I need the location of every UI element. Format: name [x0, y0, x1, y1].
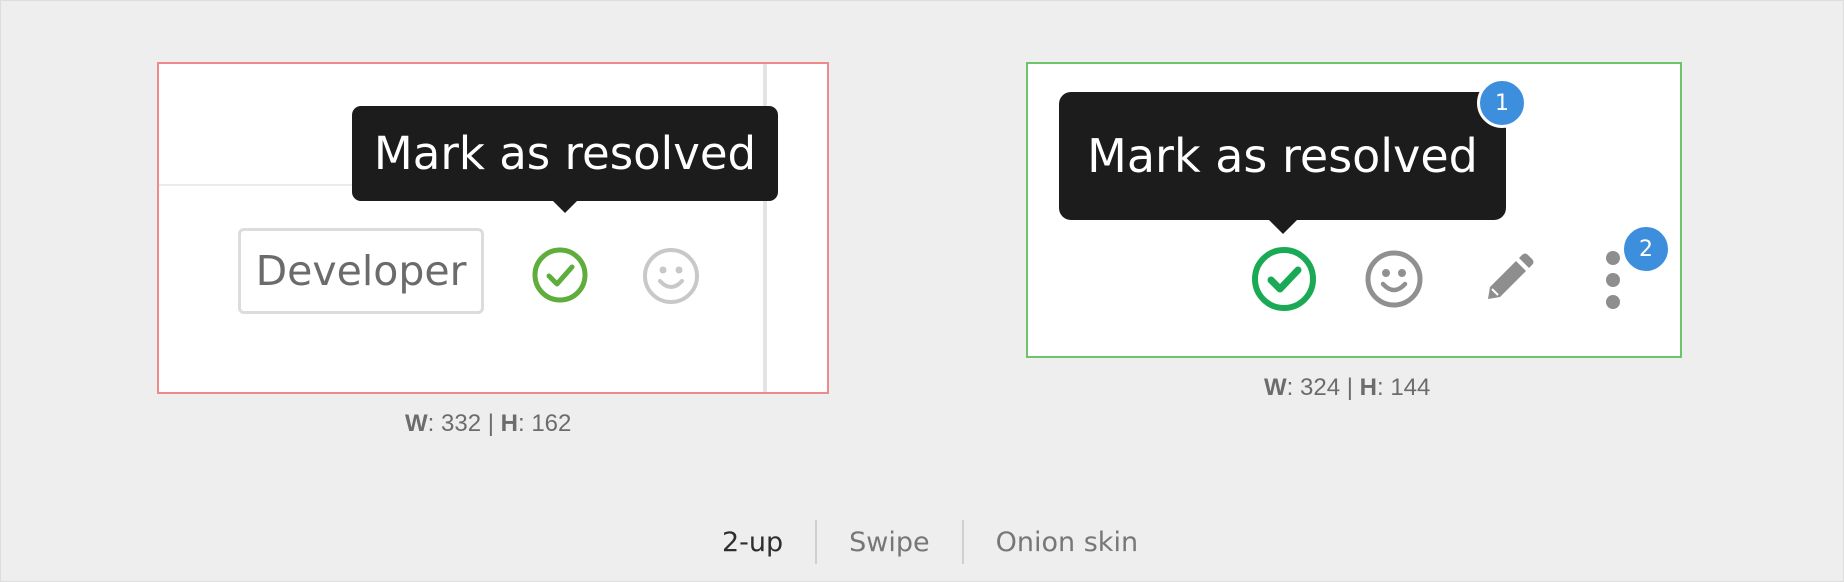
view-mode-tabs: 2-up Swipe Onion skin: [706, 518, 1170, 566]
resolve-tooltip: Mark as resolved: [1059, 92, 1506, 234]
annotation-marker[interactable]: 1: [1477, 78, 1527, 128]
resolve-check-icon[interactable]: [531, 246, 589, 304]
tooltip-text: Mark as resolved: [373, 127, 757, 180]
new-image-dimensions: W: 324 | H: 144: [1264, 374, 1431, 401]
tooltip-text: Mark as resolved: [1087, 129, 1478, 183]
tooltip-arrow: [1268, 220, 1297, 234]
tab-swipe[interactable]: Swipe: [817, 527, 961, 558]
role-badge: Developer: [238, 228, 484, 314]
resolve-check-icon[interactable]: [1250, 245, 1318, 313]
emoji-icon[interactable]: [641, 246, 701, 306]
old-image-panel: Mark as resolved Developer: [157, 62, 829, 394]
tooltip-arrow: [553, 201, 577, 213]
new-image-panel: Mark as resolved: [1026, 62, 1682, 358]
annotation-marker[interactable]: 2: [1621, 224, 1671, 274]
more-actions-icon[interactable]: [1602, 248, 1624, 312]
resolve-tooltip: Mark as resolved: [352, 106, 778, 213]
old-image-dimensions: W: 332 | H: 162: [405, 410, 572, 437]
tab-2-up[interactable]: 2-up: [706, 527, 815, 558]
emoji-icon[interactable]: [1363, 248, 1425, 310]
pencil-icon[interactable]: [1480, 251, 1536, 307]
tab-onion-skin[interactable]: Onion skin: [964, 527, 1170, 558]
